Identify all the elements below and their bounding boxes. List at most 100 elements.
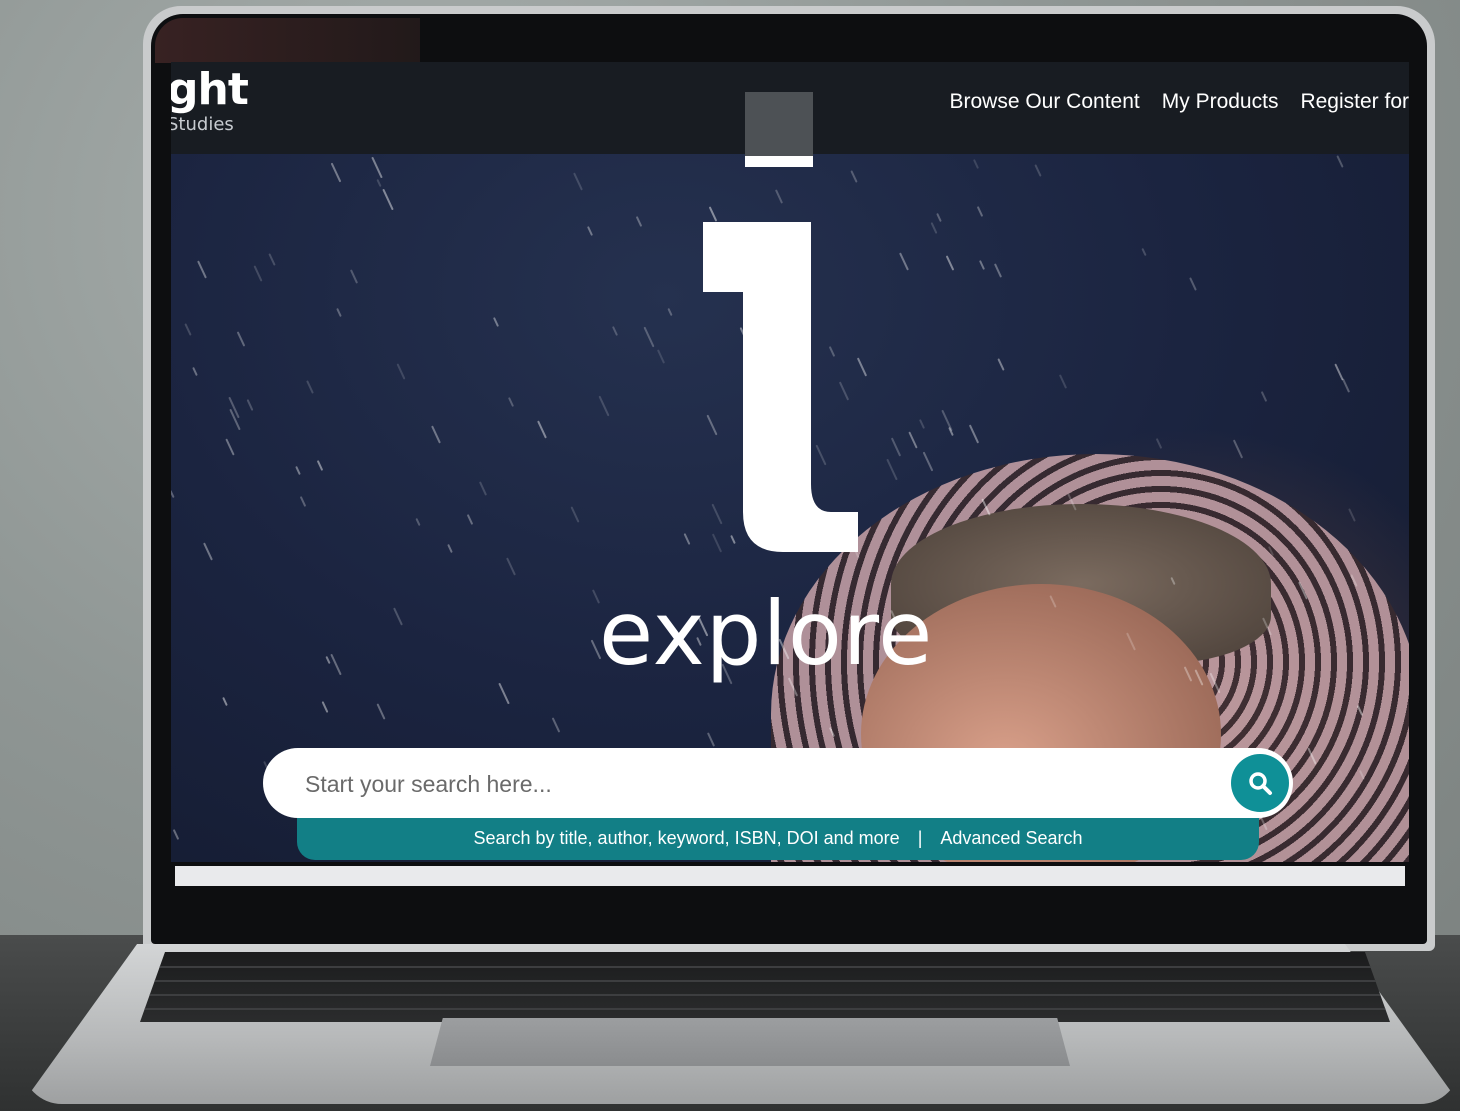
snowflake [466,514,474,525]
snowflake [325,655,331,665]
snowflake [330,653,342,676]
snowflake [321,701,329,713]
snowflake [1232,439,1244,459]
snowflake [683,533,691,545]
snowflake [371,156,383,179]
snowflake [184,323,192,336]
snowflake [295,465,301,476]
snowflake [899,252,909,271]
snowflake [850,170,858,183]
snowflake [376,178,382,188]
snowflake [393,607,403,626]
snowflake [1155,438,1163,449]
snowflake [551,717,561,733]
snowflake [908,431,918,449]
logo-bar-icon [745,156,813,167]
key-row [140,1008,1390,1010]
snowflake [978,260,986,270]
snowflake [997,358,1005,371]
nav-links: Browse Our Content My Products Register … [949,90,1409,114]
snowflake [376,703,386,720]
snowflake [890,437,902,457]
snowflake [656,349,666,364]
snowflake [506,557,516,576]
snowflake [203,542,213,561]
snowflake [948,426,954,437]
snowflake [236,331,246,347]
snowflake [316,460,324,471]
search-input[interactable] [303,762,1207,806]
snowflake [192,366,198,377]
snowflake [643,326,655,348]
snowflake [922,451,934,472]
key-row [140,980,1390,982]
snowflake [1141,247,1147,257]
snowflake [856,357,868,377]
snowflake [1334,363,1344,381]
screen-bottom-edge [175,866,1405,886]
key-row [140,966,1390,968]
snowflake [611,326,619,336]
snowflake [993,263,1003,278]
snowflake [415,517,421,527]
snowflake [886,458,898,481]
snowflake [936,212,942,223]
snowflake [945,255,955,271]
key-row [140,994,1390,996]
brand-logo-text[interactable]: ght [171,64,249,115]
snowflake [1336,155,1344,168]
snowflake [706,732,716,747]
snowflake [570,506,580,523]
snowflake [336,307,342,318]
nav-browse-our-content[interactable]: Browse Our Content [949,90,1139,114]
snowflake [246,399,254,411]
snowflake [171,489,175,499]
snowflake [586,226,594,236]
snowflake [396,363,406,380]
snowflake [976,206,984,217]
snowflake [431,425,441,444]
search-icon [1249,772,1272,795]
laptop-keyboard [140,952,1390,1022]
snowflake [918,419,926,429]
snowflake [972,159,980,169]
bezel-photo-strip [155,18,420,63]
snowflake [478,481,488,496]
snowflake [598,395,610,417]
search-button[interactable] [1231,754,1289,812]
nav-register[interactable]: Register for [1300,90,1409,114]
snowflake [268,253,276,266]
snowflake [197,260,207,279]
snowflake [635,216,643,227]
snowflake [1341,378,1351,393]
snowflake [492,317,500,327]
laptop-screen: ght Studies Browse Our Content My Produc… [171,62,1409,862]
snowflake [1260,391,1268,402]
snowflake [253,265,263,282]
snowflake [447,543,453,554]
snowflake [299,496,307,507]
advanced-search-link[interactable]: Advanced Search [940,828,1082,849]
search-helper-text: Search by title, author, keyword, ISBN, … [473,827,900,848]
snowflake [573,172,583,191]
snowflake [1348,508,1356,522]
logo-square-icon [745,92,813,156]
snowflake [537,420,547,439]
search-helper-bar: Search by title, author, keyword, ISBN, … [297,816,1259,860]
search-box [263,748,1293,818]
helper-separator: | [917,827,923,848]
snowflake [1189,277,1197,291]
snowflake [667,307,673,317]
snowflake [968,424,980,444]
snowflake [1058,374,1068,389]
snowflake [225,438,235,456]
snowflake [1034,164,1042,177]
snowflake [941,409,953,432]
snowflake [222,696,228,707]
snowflake [330,162,342,183]
nav-my-products[interactable]: My Products [1162,90,1279,114]
hero-headline: explore [599,582,934,685]
snowflake [507,397,515,407]
snowflake [306,380,314,394]
laptop-trackpad [430,1018,1070,1066]
